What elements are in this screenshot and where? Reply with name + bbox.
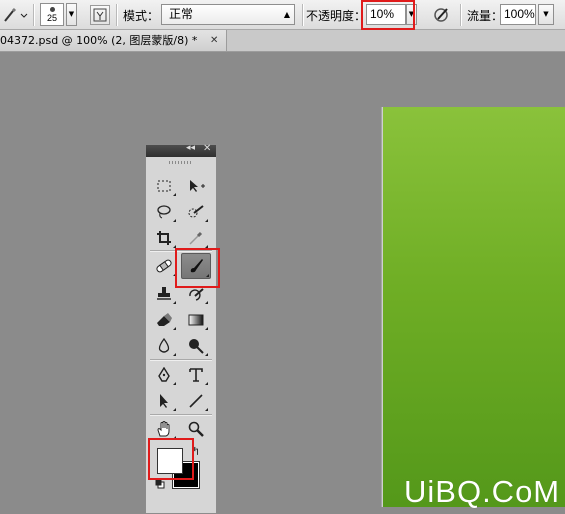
brush-size-picker[interactable]: 25 <box>40 3 64 26</box>
tool-group-divider <box>150 359 212 360</box>
move-tool[interactable] <box>183 175 209 197</box>
opacity-label: 不透明度： <box>306 9 367 23</box>
spot-healing-brush-tool[interactable] <box>151 255 177 277</box>
brush-preset-icon <box>4 7 28 22</box>
line-icon <box>189 394 203 408</box>
opacity-highlight <box>361 0 415 30</box>
dodge-tool[interactable] <box>183 335 209 357</box>
document-title: 04372.psd @ 100% (2, 图层蒙版/8) * <box>0 34 198 47</box>
brush-panel-icon <box>93 8 107 22</box>
hand-tool[interactable] <box>151 418 177 440</box>
separator <box>33 4 34 26</box>
mode-label: 模式： <box>123 9 160 23</box>
rectangular-marquee-tool[interactable] <box>151 175 177 197</box>
quick-selection-icon <box>188 205 204 218</box>
brush-tool-highlight <box>175 248 220 288</box>
line-tool[interactable] <box>183 390 209 412</box>
eyedropper-icon <box>189 231 203 245</box>
crop-tool[interactable] <box>151 227 177 249</box>
flow-input[interactable]: 100% <box>500 4 536 25</box>
default-colors-icon[interactable] <box>155 479 165 489</box>
collapse-icon[interactable]: ◂◂ <box>186 143 195 153</box>
watermark: UiBQ.CoM <box>404 474 561 509</box>
pen-tool[interactable] <box>151 364 177 386</box>
separator <box>116 4 117 26</box>
brush-size-value: 25 <box>46 13 57 23</box>
tool-group-divider <box>150 414 212 415</box>
history-brush-tool[interactable] <box>183 283 209 305</box>
marquee-icon <box>157 180 171 192</box>
path-selection-tool[interactable] <box>151 390 177 412</box>
mode-value: 正常 <box>169 7 194 21</box>
flow-label: 流量： <box>467 9 504 23</box>
lasso-tool[interactable] <box>151 201 177 223</box>
blur-tool[interactable] <box>151 335 177 357</box>
lasso-icon <box>157 205 171 219</box>
gradient-icon <box>188 314 204 326</box>
separator <box>302 4 303 26</box>
crop-icon <box>157 231 171 245</box>
magnifier-icon <box>188 421 204 437</box>
document-tab-bar: 04372.psd @ 100% (2, 图层蒙版/8) * ✕ <box>0 30 565 52</box>
history-brush-icon <box>189 288 204 301</box>
flow-dropdown[interactable]: ▼ <box>538 4 554 25</box>
stamp-icon <box>157 287 171 300</box>
document-canvas[interactable] <box>383 107 565 507</box>
quick-selection-tool[interactable] <box>183 201 209 223</box>
brush-picker-dropdown[interactable]: ▼ <box>66 3 77 26</box>
tool-preset-picker[interactable] <box>2 5 28 25</box>
clone-stamp-tool[interactable] <box>151 283 177 305</box>
type-icon <box>189 368 203 382</box>
move-icon <box>190 180 205 192</box>
brush-panel-toggle[interactable] <box>90 5 110 25</box>
bandage-icon <box>156 259 172 273</box>
tools-panel-header[interactable]: ◂◂ ✕ <box>146 143 216 157</box>
gradient-tool[interactable] <box>183 309 209 331</box>
type-tool[interactable] <box>183 364 209 386</box>
mode-select[interactable]: 正常 ▲ <box>161 4 295 25</box>
pen-pressure-icon <box>434 8 448 22</box>
brush-tip-icon <box>50 7 55 12</box>
close-icon[interactable]: ✕ <box>210 30 218 51</box>
zoom-tool[interactable] <box>183 418 209 440</box>
drag-grip[interactable] <box>169 161 191 164</box>
tools-panel: ◂◂ ✕ ↰ <box>145 143 220 514</box>
options-bar: 25 ▼ 模式： 正常 ▲ 不透明度： 10% ▼ 流量： 100% ▼ <box>0 0 565 30</box>
close-icon[interactable]: ✕ <box>203 143 211 154</box>
tablet-pressure-opacity-button[interactable] <box>432 5 452 25</box>
updown-arrow-icon: ▲ <box>283 10 290 19</box>
droplet-icon <box>158 338 170 353</box>
hand-icon <box>157 421 170 437</box>
eraser-tool[interactable] <box>151 309 177 331</box>
eyedropper-tool[interactable] <box>183 227 209 249</box>
foreground-color-highlight <box>148 438 194 480</box>
eraser-icon <box>157 313 172 326</box>
separator <box>460 4 461 26</box>
arrow-cursor-icon <box>160 394 168 408</box>
dodge-icon <box>189 339 204 354</box>
pen-icon <box>158 367 170 382</box>
document-tab[interactable]: 04372.psd @ 100% (2, 图层蒙版/8) * ✕ <box>0 30 227 51</box>
